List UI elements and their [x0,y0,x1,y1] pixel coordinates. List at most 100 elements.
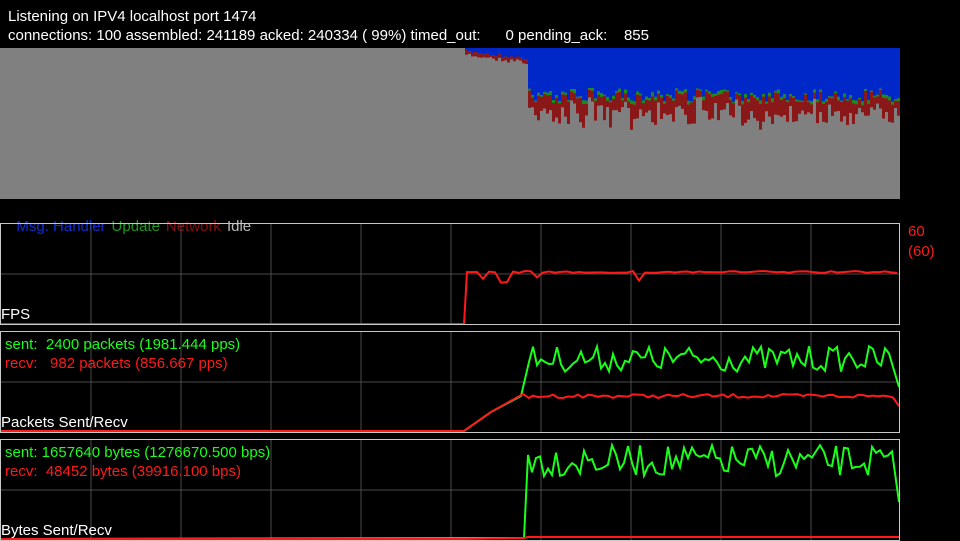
msg-handler-bar [669,48,672,96]
network-bar [735,93,738,100]
network-bar [648,100,651,111]
update-bar [795,99,798,102]
update-bar [813,89,816,93]
network-bar [621,100,624,108]
msg-handler-bar [654,48,657,97]
network-bar [798,101,801,114]
msg-handler-bar [849,48,852,96]
msg-handler-bar [537,48,540,93]
network-bar [660,97,663,120]
network-bar [858,99,861,109]
msg-handler-bar [771,48,774,99]
update-bar [741,100,744,105]
update-bar [777,89,780,94]
msg-handler-bar [609,48,612,101]
network-bar [714,95,717,104]
update-bar [705,89,708,92]
network-bar [768,96,771,117]
msg-handler-bar [681,48,684,92]
msg-handler-bar [837,48,840,97]
msg-handler-bar [465,48,468,51]
update-bar [672,98,675,101]
msg-handler-bar [756,48,759,98]
update-bar [711,93,714,97]
network-bar [555,97,558,118]
update-bar [816,99,819,103]
update-bar [627,97,630,102]
update-bar [744,94,747,98]
network-bar [663,103,666,114]
msg-handler-bar [825,48,828,99]
network-bar [477,53,480,58]
network-bar [537,95,540,121]
msg-handler-bar [693,48,696,97]
msg-handler-bar [813,48,816,90]
update-bar [657,90,660,94]
msg-handler-bar [834,48,837,92]
network-bar [753,97,756,119]
update-bar [894,99,897,101]
packets-recv-label: recv: 982 packets (856.667 pps) [5,355,228,372]
update-bar [828,96,831,98]
network-bar [810,104,813,114]
network-bar [882,97,885,119]
msg-handler-bar [672,48,675,99]
msg-handler-bar [522,48,525,60]
network-bar [876,96,879,104]
update-bar [555,95,558,98]
network-bar [732,103,735,118]
update-bar [678,90,681,95]
msg-handler-bar [690,48,693,102]
network-bar [843,97,846,117]
update-bar [726,90,729,92]
update-bar [819,89,822,92]
msg-handler-bar [816,48,819,100]
network-bar [540,96,543,111]
update-bar [783,94,786,98]
update-bar [687,100,690,105]
msg-handler-bar [741,48,744,101]
msg-handler-bar [747,48,750,100]
update-bar [864,89,867,91]
msg-handler-bar [549,48,552,92]
network-bar [675,90,678,108]
update-bar [561,91,564,95]
msg-handler-bar [864,48,867,90]
network-bar [531,97,534,108]
msg-handler-bar [876,48,879,95]
network-bar [786,102,789,122]
msg-handler-bar [687,48,690,101]
update-bar [576,96,579,99]
msg-handler-bar [720,48,723,91]
packets-sent-label: sent: 2400 packets (1981.444 pps) [5,336,241,353]
network-bar [840,101,843,122]
msg-handler-bar [729,48,732,98]
network-bar [819,91,822,113]
msg-handler-bar [717,48,720,92]
update-bar [885,95,888,99]
msg-handler-bar [612,48,615,96]
msg-handler-bar [798,48,801,101]
update-bar [675,88,678,91]
msg-handler-bar [513,48,516,59]
msg-handler-bar [828,48,831,97]
network-bar [834,93,837,112]
msg-handler-bar [708,48,711,92]
update-bar [573,89,576,94]
update-bar [633,101,636,105]
update-bar [558,101,561,104]
msg-handler-bar [855,48,858,101]
update-bar [771,98,774,103]
msg-handler-bar [468,48,471,52]
msg-handler-bar [810,48,813,102]
msg-handler-bar [561,48,564,92]
network-bar [645,99,648,113]
msg-handler-bar [888,48,891,97]
network-bar [747,102,750,120]
msg-handler-bar [666,48,669,95]
msg-handler-bar [591,48,594,89]
msg-handler-bar [705,48,708,90]
msg-handler-bar [831,48,834,97]
msg-handler-bar [486,48,489,54]
network-bar [573,93,576,104]
